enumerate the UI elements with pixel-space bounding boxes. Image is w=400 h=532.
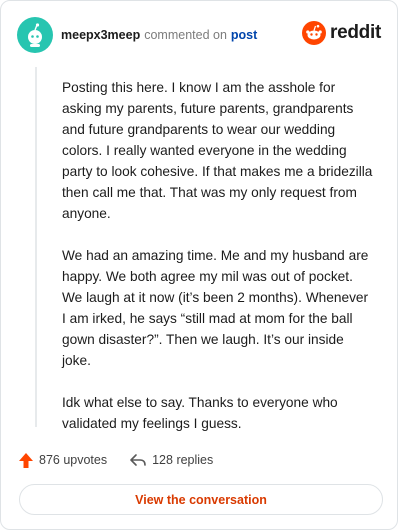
username[interactable]: meepx3meep bbox=[61, 28, 140, 42]
upvote-arrow-icon bbox=[19, 452, 33, 468]
comment-stats: 876 upvotes 128 replies bbox=[18, 449, 213, 471]
action-text: commented on bbox=[144, 28, 227, 42]
upvote-count: 876 upvotes bbox=[39, 453, 108, 467]
view-conversation-button[interactable]: View the conversation bbox=[19, 484, 383, 515]
thread-line bbox=[35, 67, 37, 427]
brand-wordmark: reddit bbox=[330, 22, 381, 43]
reply-count: 128 replies bbox=[152, 453, 214, 467]
comment-paragraph: We had an amazing time. Me and my husban… bbox=[62, 248, 369, 368]
upvote-stat[interactable]: 876 upvotes bbox=[18, 452, 107, 469]
comment-body: Posting this here. I know I am the assho… bbox=[62, 77, 374, 455]
post-link[interactable]: post bbox=[231, 28, 257, 42]
avatar-snoo-icon bbox=[28, 23, 42, 47]
comment-paragraph: Posting this here. I know I am the assho… bbox=[62, 80, 373, 221]
reddit-brand[interactable]: reddit bbox=[302, 21, 381, 45]
reply-arrow-icon bbox=[130, 454, 146, 466]
comment-header: meepx3meep commented on post reddit bbox=[17, 15, 381, 55]
reddit-logo-icon bbox=[302, 21, 327, 45]
comment-meta: meepx3meep commented on post bbox=[61, 28, 257, 42]
avatar[interactable] bbox=[17, 17, 53, 53]
comment-paragraph: Idk what else to say. Thanks to everyone… bbox=[62, 395, 338, 431]
reply-stat[interactable]: 128 replies bbox=[129, 452, 213, 468]
comment-card: meepx3meep commented on post reddit Post… bbox=[0, 0, 398, 530]
